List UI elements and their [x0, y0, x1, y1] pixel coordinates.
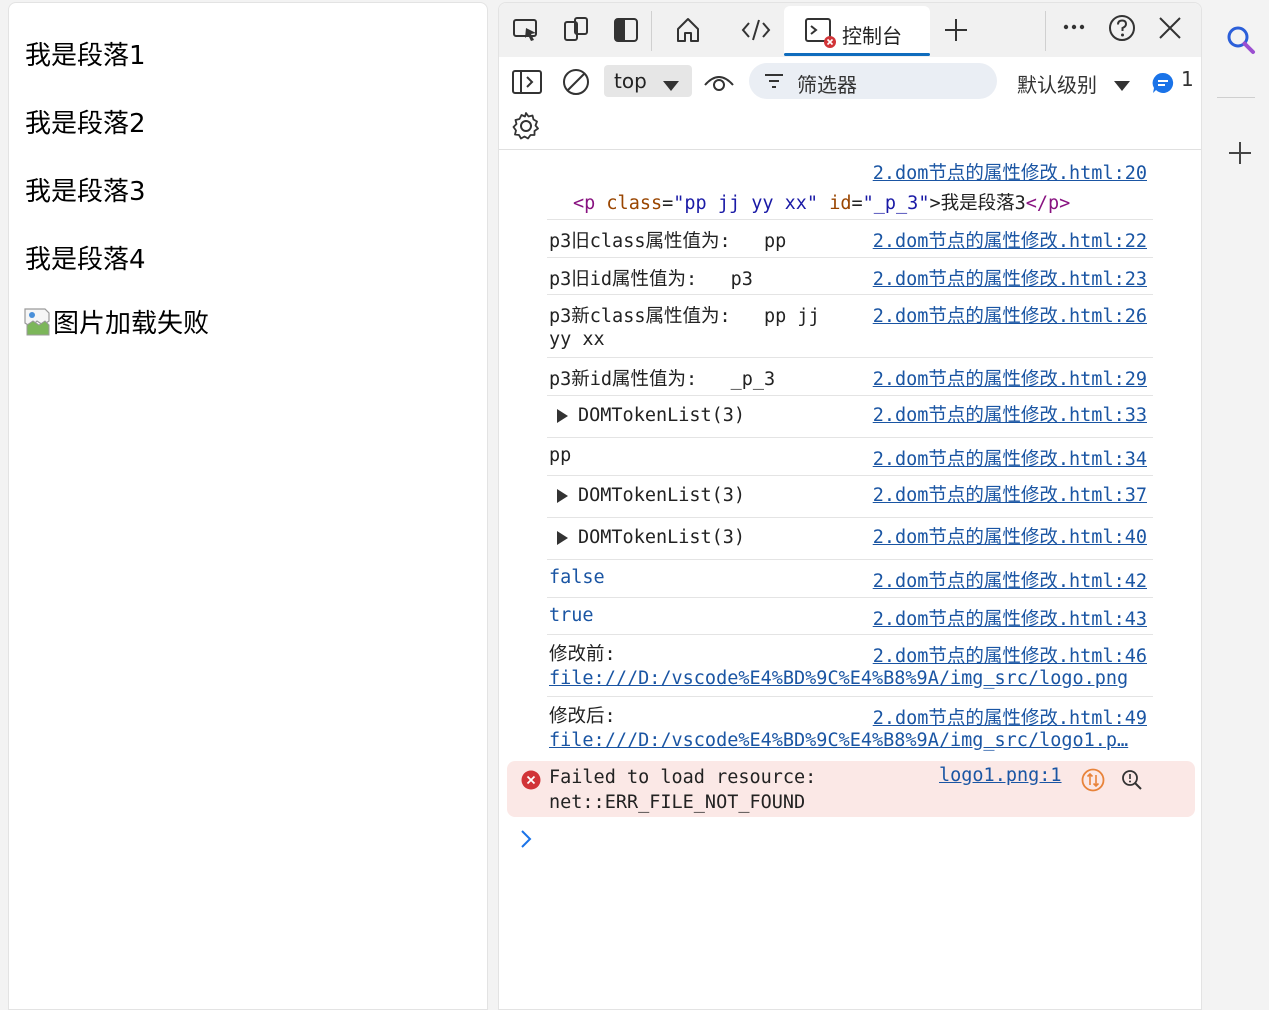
expand-triangle-icon[interactable]: [557, 489, 568, 503]
paragraph-4: 我是段落4: [25, 245, 146, 275]
browser-side-rail: [1203, 0, 1269, 1010]
source-link[interactable]: 2.dom节点的属性修改.html:22: [873, 227, 1147, 253]
sidebar-toggle-icon[interactable]: [511, 69, 543, 99]
console-row: false 2.dom节点的属性修改.html:42: [547, 559, 1153, 598]
source-link[interactable]: 2.dom节点的属性修改.html:40: [873, 523, 1147, 549]
console-icon: [804, 16, 838, 54]
console-row: p3新class属性值为: pp jj yy xx 2.dom节点的属性修改.h…: [547, 294, 1153, 358]
console-row: p3新id属性值为: _p_3 2.dom节点的属性修改.html:29: [547, 357, 1153, 396]
console-row: 修改后: 2.dom节点的属性修改.html:49 file:///D:/vsc…: [549, 704, 1147, 751]
expand-triangle-icon[interactable]: [557, 531, 568, 545]
paragraph-1: 我是段落1: [25, 41, 146, 71]
console-row-expandable[interactable]: DOMTokenList(3) 2.dom节点的属性修改.html:33: [547, 395, 1153, 438]
devtools-tabbar: 控制台: [499, 3, 1201, 58]
home-icon[interactable]: [671, 13, 705, 47]
console-error-row: Failed to load resource: net::ERR_FILE_N…: [507, 761, 1195, 817]
context-value: top: [614, 69, 647, 93]
filter-placeholder: 筛选器: [797, 73, 857, 97]
source-link[interactable]: 2.dom节点的属性修改.html:37: [873, 481, 1147, 507]
tab-console[interactable]: 控制台: [784, 6, 930, 56]
add-icon[interactable]: [1228, 141, 1252, 169]
network-request-icon[interactable]: [1081, 768, 1105, 796]
console-row: true 2.dom节点的属性修改.html:43: [547, 597, 1153, 635]
console-row-element: 2.dom节点的属性修改.html:20 <p class="pp jj yy …: [547, 159, 1153, 220]
console-row-expandable[interactable]: DOMTokenList(3) 2.dom节点的属性修改.html:37: [547, 475, 1153, 518]
paragraph-2: 我是段落2: [25, 109, 146, 139]
source-link[interactable]: 2.dom节点的属性修改.html:26: [873, 302, 1147, 328]
paragraph-3: 我是段落3: [25, 177, 146, 207]
more-options-icon[interactable]: [1057, 13, 1091, 47]
message-count: 1: [1181, 67, 1194, 91]
message-icon[interactable]: [1151, 71, 1175, 99]
source-link[interactable]: 2.dom节点的属性修改.html:46: [873, 642, 1147, 668]
chevron-down-icon: [662, 77, 680, 96]
broken-image-icon: [23, 307, 51, 337]
error-message: Failed to load resource: net::ERR_FILE_N…: [549, 767, 817, 813]
context-select[interactable]: top: [604, 65, 692, 97]
add-tab-icon[interactable]: [939, 13, 973, 47]
search-issue-icon[interactable]: [1121, 769, 1143, 795]
source-link[interactable]: 2.dom节点的属性修改.html:23: [873, 265, 1147, 291]
error-source-link[interactable]: logo1.png:1: [939, 765, 1062, 786]
console-row-expandable[interactable]: DOMTokenList(3) 2.dom节点的属性修改.html:40: [547, 517, 1153, 560]
console-row: p3旧class属性值为: pp 2.dom节点的属性修改.html:22: [547, 219, 1153, 258]
help-icon[interactable]: [1105, 13, 1139, 47]
element-preview[interactable]: <p class="pp jj yy xx" id="_p_3">我是段落3</…: [573, 189, 1070, 215]
source-link[interactable]: 2.dom节点的属性修改.html:33: [873, 401, 1147, 427]
live-expression-eye-icon[interactable]: [703, 69, 735, 99]
close-devtools-icon[interactable]: [1153, 13, 1187, 47]
filter-input[interactable]: 筛选器: [749, 63, 997, 99]
filter-icon: [763, 72, 785, 94]
console-row: 修改前: 2.dom节点的属性修改.html:46 file:///D:/vsc…: [547, 634, 1153, 697]
source-link[interactable]: 2.dom节点的属性修改.html:49: [873, 704, 1147, 730]
source-link[interactable]: 2.dom节点的属性修改.html:29: [873, 365, 1147, 391]
elements-tab-icon[interactable]: [739, 13, 773, 47]
web-page: 我是段落1 我是段落2 我是段落3 我是段落4 图片加载失败: [8, 2, 488, 1010]
inspect-element-icon[interactable]: [509, 13, 543, 47]
console-toolbar: top 筛选器 默认级别 1: [499, 57, 1201, 150]
image-alt-text: 图片加载失败: [53, 309, 210, 339]
log-level-select[interactable]: 默认级别: [1017, 69, 1097, 98]
console-row: pp 2.dom节点的属性修改.html:34: [547, 437, 1153, 476]
expand-triangle-icon[interactable]: [557, 409, 568, 423]
broken-image: 图片加载失败: [23, 303, 209, 340]
source-link[interactable]: 2.dom节点的属性修改.html:42: [873, 567, 1147, 593]
console-row: p3旧id属性值为: p3 2.dom节点的属性修改.html:23: [547, 257, 1153, 295]
search-icon[interactable]: [1225, 24, 1257, 60]
console-settings-gear-icon[interactable]: [511, 111, 541, 145]
device-emulation-icon[interactable]: [559, 13, 593, 47]
source-link[interactable]: 2.dom节点的属性修改.html:34: [873, 445, 1147, 471]
level-chevron-down-icon: [1113, 77, 1131, 96]
file-link[interactable]: file:///D:/vscode%E4%BD%9C%E4%B8%9A/img_…: [549, 730, 1128, 751]
error-icon: [521, 770, 541, 794]
source-link[interactable]: 2.dom节点的属性修改.html:43: [873, 605, 1147, 631]
clear-console-icon[interactable]: [561, 67, 591, 101]
devtools-panel: 控制台 top 筛选器 默认级别 1 2.dom节点的属性修改.html:20 …: [498, 2, 1202, 1010]
source-link[interactable]: 2.dom节点的属性修改.html:20: [873, 159, 1147, 185]
console-prompt-chevron-icon[interactable]: [517, 825, 537, 853]
dock-side-icon[interactable]: [609, 13, 643, 47]
file-link[interactable]: file:///D:/vscode%E4%BD%9C%E4%B8%9A/img_…: [549, 668, 1128, 689]
tab-console-label: 控制台: [842, 24, 902, 48]
